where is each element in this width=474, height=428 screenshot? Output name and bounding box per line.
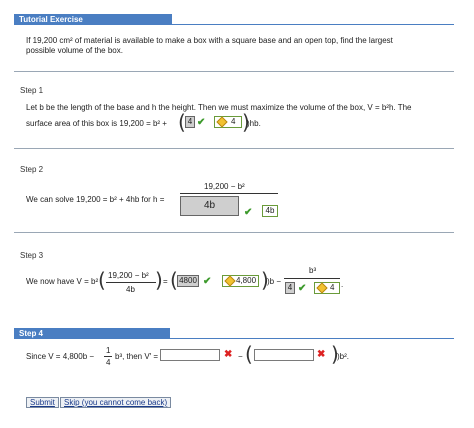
step1-line-2: surface area of this box is 19,200 = b² … <box>26 119 167 128</box>
step4-tail: )b². <box>337 352 349 361</box>
step4-text-pre: Since V = 4,800b − <box>26 352 95 361</box>
step2-text: We can solve 19,200 = b² + 4hb for h = <box>26 195 165 204</box>
step3-gray-answer-2: 4 <box>285 282 295 294</box>
step3-frac2-numerator: b³ <box>309 266 317 275</box>
derivative-input-2[interactable] <box>254 349 314 361</box>
step1-answer-value: 4 <box>231 117 236 126</box>
pencil-icon <box>216 116 228 128</box>
step3-frac-numerator: 19,200 − b² <box>108 271 149 280</box>
step3-mid: )b − <box>267 277 282 286</box>
problem-line-2: possible volume of the box. <box>26 46 123 55</box>
wrong-icon: ✖ <box>317 349 326 360</box>
step3-answer-value-2: 4 <box>330 283 335 292</box>
step4-rule <box>14 338 454 339</box>
check-icon: ✔ <box>203 276 212 287</box>
step3-period: . <box>341 280 344 289</box>
fraction-bar <box>284 278 340 279</box>
check-icon: ✔ <box>197 117 206 128</box>
divider <box>14 148 454 149</box>
step1-gray-answer: 4 <box>185 116 195 128</box>
open-paren: ( <box>98 268 106 292</box>
divider <box>14 71 454 72</box>
open-paren: ( <box>245 342 253 366</box>
step4-frac-denominator: 4 <box>106 358 111 367</box>
step3-answer-box-1: 4,800 <box>222 275 259 287</box>
skip-button[interactable]: Skip (you cannot come back) <box>60 397 172 408</box>
fraction-bar <box>106 282 156 283</box>
step4-minus: − <box>238 352 243 361</box>
step3-text: We now have V = b² <box>26 277 99 286</box>
step3-equals: = <box>163 277 168 286</box>
step3-answer-box-2: 4 <box>314 282 340 294</box>
step2-gray-answer: 4b <box>180 196 239 216</box>
fraction-bar <box>180 193 278 194</box>
wrong-icon: ✖ <box>224 349 233 360</box>
step4-text-post: b³, then V′ = <box>115 352 159 361</box>
step3-label: Step 3 <box>20 251 44 260</box>
step1-line-1: Let b be the length of the base and h th… <box>26 103 412 112</box>
check-icon: ✔ <box>244 207 253 218</box>
header-rule <box>14 24 454 25</box>
fraction-bar <box>104 356 112 357</box>
pencil-icon <box>224 275 236 287</box>
derivative-input-1[interactable] <box>160 349 220 361</box>
problem-line-1: If 19,200 cm² of material is available t… <box>26 36 393 45</box>
step1-answer-box: 4 <box>214 116 242 128</box>
step2-answer-box: 4b <box>262 205 278 217</box>
submit-button[interactable]: Submit <box>26 397 59 408</box>
step3-gray-answer-1: 4800 <box>177 275 199 287</box>
step3-frac-denominator: 4b <box>126 285 135 294</box>
check-icon: ✔ <box>298 283 307 294</box>
step2-label: Step 2 <box>20 165 44 174</box>
step4-frac-numerator: 1 <box>106 346 111 355</box>
pencil-icon <box>316 282 328 294</box>
divider <box>14 232 454 233</box>
step1-label: Step 1 <box>20 86 44 95</box>
step3-answer-value-1: 4,800 <box>236 276 257 285</box>
step1-suffix: )hb. <box>247 119 261 128</box>
step2-numerator: 19,200 − b² <box>204 182 245 191</box>
close-paren: ) <box>155 268 163 292</box>
